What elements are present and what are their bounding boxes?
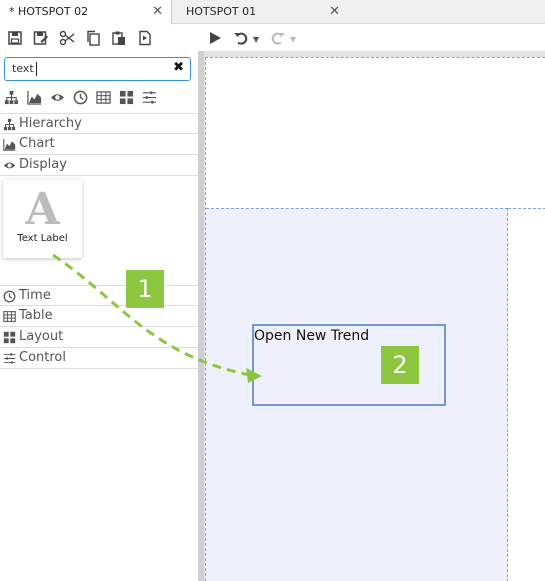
tab-bar: * HOTSPOT 02 ✕ HOTSPOT 01 ✕ bbox=[0, 0, 545, 25]
category-label: Display bbox=[19, 157, 67, 172]
step-2-badge: 2 bbox=[381, 346, 419, 384]
layout-icon[interactable] bbox=[117, 88, 135, 106]
step-1-badge: 1 bbox=[126, 270, 164, 308]
chart-icon bbox=[2, 138, 16, 151]
category-filter-bar bbox=[0, 88, 198, 108]
chevron-down-icon[interactable]: ▼ bbox=[253, 35, 259, 44]
category-label: Table bbox=[19, 308, 53, 323]
category-layout[interactable]: Layout bbox=[0, 327, 198, 348]
category-label: Time bbox=[19, 288, 51, 303]
tab-label: * HOTSPOT 02 bbox=[9, 5, 89, 18]
clear-icon[interactable]: ✖ bbox=[173, 60, 184, 75]
table-icon[interactable] bbox=[94, 88, 112, 106]
hierarchy-icon bbox=[2, 118, 16, 131]
hierarchy-icon[interactable] bbox=[2, 88, 20, 106]
app-window: * HOTSPOT 02 ✕ HOTSPOT 01 ✕ ▼ ▼ text ✖ H… bbox=[0, 0, 545, 581]
save-icon[interactable] bbox=[6, 29, 24, 47]
tab-hotspot-02[interactable]: * HOTSPOT 02 ✕ bbox=[0, 0, 172, 25]
run-icon[interactable] bbox=[206, 29, 224, 47]
widget-label: Text Label bbox=[17, 233, 68, 244]
category-table[interactable]: Table bbox=[0, 306, 198, 327]
time-icon[interactable] bbox=[71, 88, 89, 106]
search-value: text bbox=[12, 62, 34, 75]
copy-icon[interactable] bbox=[84, 29, 102, 47]
save-as-icon[interactable] bbox=[32, 29, 50, 47]
category-chart[interactable]: Chart bbox=[0, 134, 198, 155]
hotspot-page[interactable] bbox=[205, 57, 545, 581]
text-cursor bbox=[36, 62, 37, 76]
category-label: Control bbox=[19, 350, 66, 365]
display-icon bbox=[2, 159, 16, 172]
category-hierarchy[interactable]: Hierarchy bbox=[0, 113, 198, 134]
design-canvas[interactable] bbox=[204, 51, 545, 581]
redo-icon bbox=[269, 29, 287, 47]
widget-palette: text ✖ Hierarchy Chart Display A Text La… bbox=[0, 51, 198, 581]
close-icon[interactable]: ✕ bbox=[152, 0, 163, 24]
category-label: Chart bbox=[19, 136, 55, 151]
cut-icon[interactable] bbox=[58, 29, 76, 47]
export-icon[interactable] bbox=[136, 29, 154, 47]
table-icon bbox=[2, 310, 16, 323]
text-label-widget[interactable]: A Text Label bbox=[3, 180, 82, 258]
layout-icon bbox=[2, 331, 16, 344]
undo-icon[interactable] bbox=[232, 29, 250, 47]
search-input[interactable]: text ✖ bbox=[4, 57, 191, 81]
text-label-content: Open New Trend bbox=[254, 328, 370, 344]
control-icon bbox=[2, 352, 16, 365]
paste-icon[interactable] bbox=[110, 29, 128, 47]
category-label: Layout bbox=[19, 329, 64, 344]
category-display[interactable]: Display bbox=[0, 155, 198, 176]
chart-icon[interactable] bbox=[25, 88, 43, 106]
category-control[interactable]: Control bbox=[0, 348, 198, 369]
text-label-icon: A bbox=[25, 184, 60, 235]
close-icon[interactable]: ✕ bbox=[329, 0, 340, 24]
toolbar: ▼ ▼ bbox=[0, 25, 545, 51]
control-icon[interactable] bbox=[140, 88, 158, 106]
tab-hotspot-01[interactable]: HOTSPOT 01 ✕ bbox=[173, 0, 348, 24]
hotspot-region-edge bbox=[508, 208, 545, 209]
chevron-down-icon: ▼ bbox=[290, 35, 297, 44]
tab-label: HOTSPOT 01 bbox=[186, 5, 257, 18]
display-icon[interactable] bbox=[48, 88, 66, 106]
time-icon bbox=[2, 290, 16, 303]
category-time[interactable]: Time bbox=[0, 285, 198, 306]
category-label: Hierarchy bbox=[19, 116, 82, 131]
